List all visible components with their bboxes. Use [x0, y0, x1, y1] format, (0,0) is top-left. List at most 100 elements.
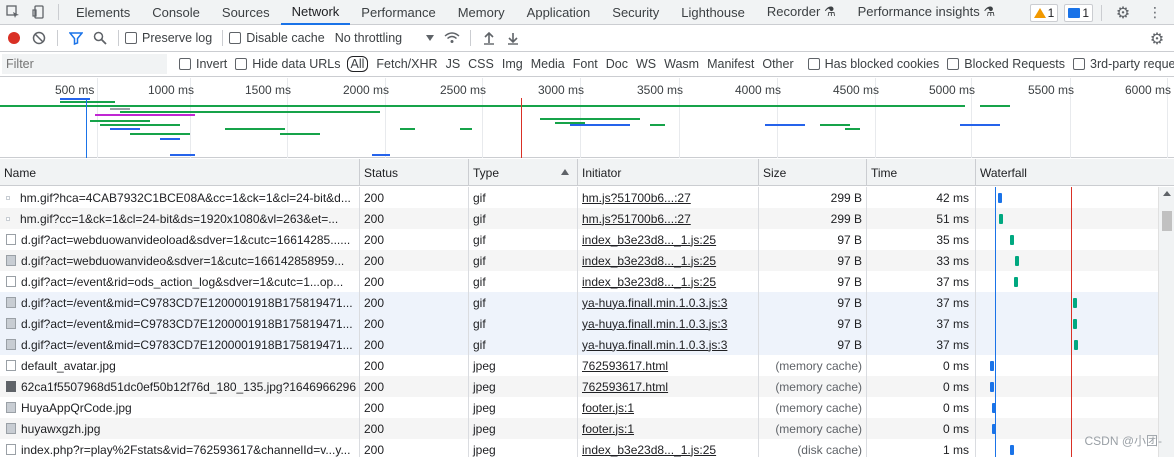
request-name-cell[interactable]: hm.gif?cc=1&ck=1&cl=24-bit&ds=1920x1080&…: [0, 208, 360, 229]
initiator-link[interactable]: 762593617.html: [582, 380, 668, 394]
invert-checkbox[interactable]: Invert: [179, 57, 227, 71]
hide-data-urls-checkbox[interactable]: Hide data URLs: [235, 57, 341, 71]
request-name-cell[interactable]: default_avatar.jpg: [0, 355, 360, 376]
filter-type-img[interactable]: Img: [498, 57, 527, 71]
preserve-log-checkbox[interactable]: Preserve log: [125, 31, 212, 45]
blocked-requests-checkbox[interactable]: Blocked Requests: [947, 57, 1065, 71]
table-row[interactable]: default_avatar.jpg 200 jpeg 762593617.html (…: [0, 355, 1158, 376]
column-waterfall-header[interactable]: Waterfall: [976, 159, 1174, 186]
column-size-header[interactable]: Size: [759, 159, 867, 186]
clear-icon[interactable]: [27, 26, 51, 50]
table-row[interactable]: hm.gif?cc=1&ck=1&cl=24-bit&ds=1920x1080&…: [0, 208, 1158, 229]
table-row[interactable]: hm.gif?hca=4CAB7932C1BCE08A&cc=1&ck=1&cl…: [0, 187, 1158, 208]
table-row[interactable]: huyawxgzh.jpg 200 jpeg footer.js:1 (memory c…: [0, 418, 1158, 439]
request-name-cell[interactable]: d.gif?act=/event&mid=C9783CD7E1200001918…: [0, 334, 360, 355]
filter-type-js[interactable]: JS: [442, 57, 465, 71]
initiator-link[interactable]: 762593617.html: [582, 359, 668, 373]
disable-cache-checkbox[interactable]: Disable cache: [229, 31, 325, 45]
network-settings-gear-icon[interactable]: ⚙: [1144, 26, 1170, 51]
tab-recorder[interactable]: Recorder ⚗: [756, 0, 847, 25]
tab-performance[interactable]: Performance: [350, 0, 446, 25]
initiator-link[interactable]: ya-huya.finall.min.1.0.3.js:3: [582, 338, 727, 352]
export-har-icon[interactable]: [501, 26, 525, 50]
tab-sources[interactable]: Sources: [211, 0, 281, 25]
throttling-select[interactable]: No throttling: [335, 31, 435, 45]
scroll-up-icon[interactable]: [1163, 191, 1171, 196]
tab-performance-insights[interactable]: Performance insights ⚗: [847, 0, 1006, 25]
initiator-link[interactable]: hm.js?51700b6...:27: [582, 212, 691, 226]
table-row[interactable]: d.gif?act=webduowanvideoload&sdver=1&cut…: [0, 229, 1158, 250]
column-time-header[interactable]: Time: [867, 159, 976, 186]
column-name-header[interactable]: Name: [0, 159, 360, 186]
column-status-header[interactable]: Status: [360, 159, 469, 186]
filter-type-wasm[interactable]: Wasm: [660, 57, 703, 71]
filter-type-css[interactable]: CSS: [464, 57, 498, 71]
column-type-header[interactable]: Type: [469, 159, 578, 186]
request-name-cell[interactable]: d.gif?act=/event&mid=C9783CD7E1200001918…: [0, 313, 360, 334]
table-row[interactable]: d.gif?act=/event&rid=ods_action_log&sdve…: [0, 271, 1158, 292]
blocked-requests-box[interactable]: [947, 58, 960, 70]
initiator-link[interactable]: index_b3e23d8..._1.js:25: [582, 443, 716, 457]
initiator-link[interactable]: ya-huya.finall.min.1.0.3.js:3: [582, 296, 727, 310]
request-name-cell[interactable]: HuyaAppQrCode.jpg: [0, 397, 360, 418]
initiator-link[interactable]: footer.js:1: [582, 401, 634, 415]
filter-icon[interactable]: [64, 26, 88, 50]
blocked-cookies-box[interactable]: [807, 58, 820, 70]
hide-data-urls-box[interactable]: [235, 58, 248, 70]
table-row[interactable]: d.gif?act=/event&mid=C9783CD7E1200001918…: [0, 313, 1158, 334]
initiator-link[interactable]: footer.js:1: [582, 422, 634, 436]
third-party-checkbox[interactable]: 3rd-party requests: [1073, 57, 1174, 71]
tab-console[interactable]: Console: [141, 0, 211, 25]
tab-network[interactable]: Network: [280, 0, 351, 25]
request-name-cell[interactable]: d.gif?act=webduowanvideoload&sdver=1&cut…: [0, 229, 360, 250]
filter-type-other[interactable]: Other: [758, 57, 797, 71]
filter-type-fetch-xhr[interactable]: Fetch/XHR: [372, 57, 441, 71]
tab-lighthouse[interactable]: Lighthouse: [670, 0, 756, 25]
inspect-element-icon[interactable]: [0, 0, 26, 25]
filter-type-ws[interactable]: WS: [632, 57, 660, 71]
request-name-cell[interactable]: 62ca1f5507968d51dc0ef50b12f76d_180_135.j…: [0, 376, 360, 397]
request-name-cell[interactable]: d.gif?act=webduowanvideo&sdver=1&cutc=16…: [0, 250, 360, 271]
table-scrollbar[interactable]: [1158, 187, 1174, 457]
table-row[interactable]: d.gif?act=/event&mid=C9783CD7E1200001918…: [0, 334, 1158, 355]
request-name-cell[interactable]: huyawxgzh.jpg: [0, 418, 360, 439]
table-row[interactable]: d.gif?act=/event&mid=C9783CD7E1200001918…: [0, 292, 1158, 313]
tab-application[interactable]: Application: [516, 0, 602, 25]
initiator-link[interactable]: ya-huya.finall.min.1.0.3.js:3: [582, 317, 727, 331]
preserve-log-box[interactable]: [125, 32, 137, 44]
request-name-cell[interactable]: d.gif?act=/event&rid=ods_action_log&sdve…: [0, 271, 360, 292]
initiator-link[interactable]: index_b3e23d8..._1.js:25: [582, 254, 716, 268]
device-toolbar-icon[interactable]: [26, 0, 52, 25]
network-conditions-icon[interactable]: [440, 26, 464, 50]
disable-cache-box[interactable]: [229, 32, 242, 44]
scrollbar-thumb[interactable]: [1162, 211, 1172, 231]
blocked-cookies-checkbox[interactable]: Has blocked cookies: [807, 57, 939, 71]
more-options-icon[interactable]: ⋮: [1142, 0, 1168, 25]
tab-memory[interactable]: Memory: [447, 0, 516, 25]
table-row[interactable]: 62ca1f5507968d51dc0ef50b12f76d_180_135.j…: [0, 376, 1158, 397]
initiator-link[interactable]: index_b3e23d8..._1.js:25: [582, 275, 716, 289]
messages-badge[interactable]: 1: [1064, 3, 1093, 22]
request-name-cell[interactable]: d.gif?act=/event&mid=C9783CD7E1200001918…: [0, 292, 360, 313]
filter-input[interactable]: [2, 54, 167, 74]
tab-elements[interactable]: Elements: [65, 0, 141, 25]
warnings-badge[interactable]: 1: [1029, 3, 1059, 22]
filter-type-all[interactable]: All: [346, 56, 369, 72]
table-row[interactable]: index.php?r=play%2Fstats&vid=762593617&c…: [0, 439, 1158, 457]
filter-type-media[interactable]: Media: [527, 57, 569, 71]
record-icon[interactable]: [8, 32, 20, 44]
filter-type-manifest[interactable]: Manifest: [703, 57, 758, 71]
search-icon[interactable]: [88, 26, 112, 50]
filter-type-font[interactable]: Font: [569, 57, 602, 71]
tab-security[interactable]: Security: [601, 0, 670, 25]
initiator-link[interactable]: index_b3e23d8..._1.js:25: [582, 233, 716, 247]
network-overview-timeline[interactable]: 500 ms 1000 ms 1500 ms 2000 ms 2500 ms 3000 m…: [0, 78, 1174, 158]
request-name-cell[interactable]: hm.gif?hca=4CAB7932C1BCE08A&cc=1&ck=1&cl…: [0, 187, 360, 208]
table-row[interactable]: HuyaAppQrCode.jpg 200 jpeg footer.js:1 (memo…: [0, 397, 1158, 418]
invert-box[interactable]: [179, 58, 191, 70]
filter-type-doc[interactable]: Doc: [602, 57, 632, 71]
initiator-link[interactable]: hm.js?51700b6...:27: [582, 191, 691, 205]
request-name-cell[interactable]: index.php?r=play%2Fstats&vid=762593617&c…: [0, 439, 360, 457]
column-initiator-header[interactable]: Initiator: [578, 159, 759, 186]
table-row[interactable]: d.gif?act=webduowanvideo&sdver=1&cutc=16…: [0, 250, 1158, 271]
